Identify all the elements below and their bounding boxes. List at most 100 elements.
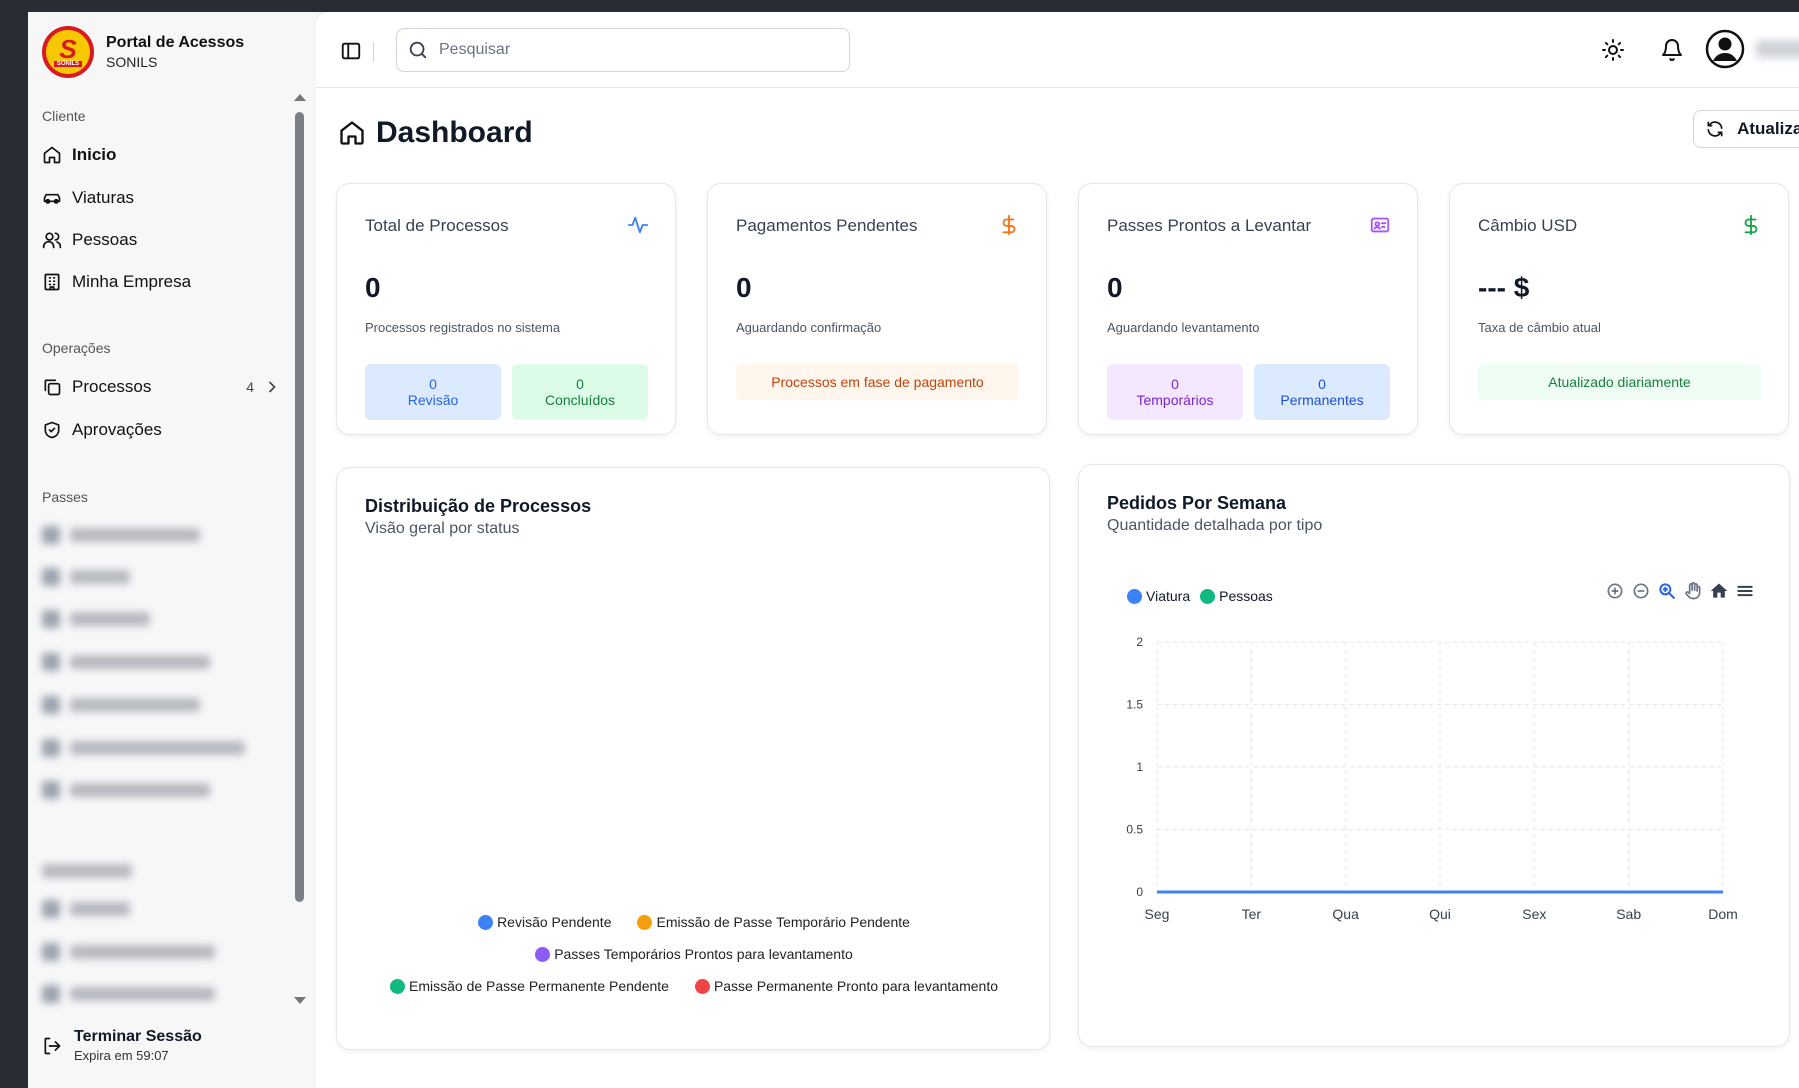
sidebar-item-blurred[interactable] (42, 896, 130, 922)
sidebar-item-minha-empresa[interactable]: Minha Empresa (42, 264, 282, 300)
legend-item[interactable]: Revisão Pendente (478, 914, 611, 930)
sidebar-item-blurred[interactable] (42, 981, 215, 1007)
search-bar[interactable] (396, 28, 850, 72)
card-total-processos: Total de Processos 0 Processos registrad… (336, 183, 676, 435)
sidebar-item-label: Pessoas (72, 230, 138, 249)
legend-item[interactable]: Passe Permanente Pronto para levantament… (694, 978, 998, 994)
sidebar-item-pessoas[interactable]: Pessoas (42, 222, 282, 258)
legend-label: Emissão de Passe Temporário Pendente (656, 914, 910, 930)
logout-button[interactable]: Terminar Sessão Expira em 59:07 (42, 1028, 202, 1063)
chevron-right-icon (268, 381, 276, 393)
card-pagamentos-pendentes: Pagamentos Pendentes 0 Aguardando confir… (707, 183, 1047, 435)
y-tick-label: 0 (1136, 885, 1143, 899)
magnifier-icon[interactable] (1657, 581, 1677, 601)
user-avatar-icon[interactable] (1705, 29, 1745, 69)
stat-label: Revisão (407, 392, 459, 408)
sidebar-item-blurred[interactable] (42, 649, 210, 675)
sidebar-item-blurred[interactable] (42, 939, 215, 965)
card-title: Pagamentos Pendentes (736, 216, 918, 235)
card-title: Passes Prontos a Levantar (1107, 216, 1312, 235)
legend-item-viatura[interactable]: Viatura (1127, 588, 1190, 604)
chart-toolbar (1605, 581, 1755, 601)
copy-icon (44, 379, 61, 396)
legend-label: Emissão de Passe Permanente Pendente (409, 978, 669, 994)
id-card-icon (1370, 217, 1390, 233)
sidebar-item-aprovacoes[interactable]: Aprovações (42, 412, 282, 448)
legend-row: Emissão de Passe Permanente Pendente Pas… (337, 978, 1051, 994)
scroll-up-arrow-icon[interactable] (294, 94, 306, 101)
sun-icon[interactable] (1601, 38, 1625, 62)
stat-value: 0 (1171, 376, 1179, 392)
count-value: 4 (246, 379, 254, 395)
sidebar-item-blurred[interactable] (42, 564, 130, 590)
scrollbar-thumb[interactable] (295, 112, 304, 902)
daily-update-banner: Atualizado diariamente (1478, 364, 1761, 400)
concluidos-stat[interactable]: 0 Concluídos (512, 364, 648, 420)
processos-count: 4 (246, 377, 282, 397)
legend-label: Viatura (1146, 588, 1191, 604)
pan-hand-icon[interactable] (1683, 581, 1703, 601)
sidebar-item-blurred[interactable] (42, 522, 200, 548)
temporarios-stat[interactable]: 0 Temporários (1107, 364, 1243, 420)
app-frame: S SONILS Portal de Acessos SONILS Client… (28, 12, 1799, 1088)
legend-dot (637, 914, 653, 930)
brand-subtitle: SONILS (106, 54, 158, 70)
stat-value: 0 (576, 376, 584, 392)
sidebar-item-label: Aprovações (72, 420, 162, 439)
legend-item[interactable]: Passes Temporários Prontos para levantam… (535, 946, 853, 962)
refresh-button[interactable]: Atualizar (1693, 110, 1799, 148)
card-description: Processos registrados no sistema (365, 320, 561, 335)
section-operacoes: Operações (42, 340, 111, 356)
legend-dot (694, 978, 710, 994)
revisao-stat[interactable]: 0 Revisão (365, 364, 501, 420)
topbar (316, 12, 1799, 88)
sidebar-item-inicio[interactable]: Inicio (42, 137, 282, 173)
brand[interactable]: S SONILS Portal de Acessos SONILS (42, 26, 244, 78)
x-tick-label: Sab (1616, 906, 1641, 922)
search-input[interactable] (439, 41, 819, 59)
refresh-label: Atualizar (1737, 119, 1799, 138)
legend-row: Revisão Pendente Emissão de Passe Tempor… (337, 914, 1051, 930)
sidebar-item-blurred[interactable] (42, 692, 200, 718)
legend-item[interactable]: Emissão de Passe Temporário Pendente (637, 914, 910, 930)
refresh-icon (1707, 121, 1723, 137)
reset-home-icon[interactable] (1709, 581, 1729, 601)
main-content: Dashboard Atualizar Total de Processos 0… (316, 12, 1799, 1088)
card-title: Câmbio USD (1478, 216, 1578, 235)
building-icon (44, 273, 60, 291)
bell-icon[interactable] (1660, 38, 1684, 62)
legend-label: Pessoas (1219, 588, 1273, 604)
zoom-in-icon[interactable] (1605, 581, 1625, 601)
logout-title: Terminar Sessão (74, 1028, 202, 1045)
x-tick-label: Qua (1332, 906, 1359, 922)
sidebar-item-processos[interactable]: Processos 4 (42, 369, 282, 405)
sidebar-scrollbar[interactable] (292, 94, 306, 1004)
zoom-out-icon[interactable] (1631, 581, 1651, 601)
brand-title: Portal de Acessos (106, 34, 245, 51)
username[interactable] (1756, 40, 1799, 58)
scroll-down-arrow-icon[interactable] (294, 997, 306, 1004)
sidebar-item-viaturas[interactable]: Viaturas (42, 180, 282, 216)
y-tick-label: 0.5 (1126, 823, 1143, 837)
card-cambio-usd: Câmbio USD --- $ Taxa de câmbio atual At… (1449, 183, 1789, 435)
card-value: 0 (736, 272, 752, 303)
sidebar-item-blurred[interactable] (42, 777, 210, 803)
weekly-orders-chart: 0 0.5 1 1.5 2 Seg Ter Qua Qui Sex Sab Dom (1126, 635, 1737, 922)
legend-label: Revisão Pendente (497, 914, 612, 930)
legend-item[interactable]: Emissão de Passe Permanente Pendente (390, 978, 669, 994)
permanentes-stat[interactable]: 0 Permanentes (1254, 364, 1390, 420)
legend-item-pessoas[interactable]: Pessoas (1200, 588, 1273, 604)
menu-icon[interactable] (1735, 581, 1755, 601)
card-value: --- $ (1478, 272, 1530, 303)
sidebar-item-blurred[interactable] (42, 606, 150, 632)
sidebar-item-label: Inicio (72, 145, 117, 164)
page-title-text: Dashboard (376, 116, 533, 149)
legend-label: Passe Permanente Pronto para levantament… (713, 978, 998, 994)
chart-legend: Viatura Pessoas (1127, 588, 1273, 604)
section-blurred (42, 858, 132, 884)
home-icon (340, 121, 364, 145)
sidebar-toggle-icon[interactable] (340, 40, 362, 62)
sidebar-item-blurred[interactable] (42, 735, 245, 761)
payment-phase-banner: Processos em fase de pagamento (736, 364, 1019, 400)
y-tick-label: 2 (1136, 635, 1143, 649)
